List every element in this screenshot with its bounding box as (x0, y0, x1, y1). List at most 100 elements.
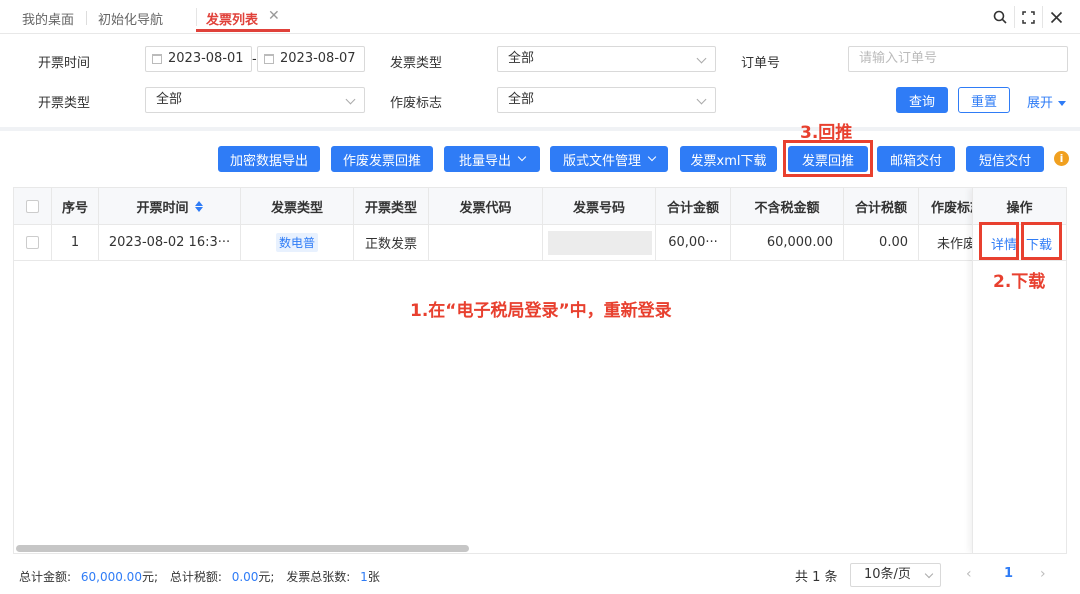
select-all-checkbox[interactable] (26, 199, 39, 213)
order-no-label: 订单号 (741, 56, 781, 71)
issue-date-label: 开票时间 (38, 56, 91, 71)
total-amount-value: 60,000.00 (80, 570, 142, 584)
table-row: 1 2023-08-02 16:3··· 数电普 正数发票 60,00··· 6… (14, 225, 1066, 261)
annotation-box-detail (979, 222, 1019, 260)
total-tax-unit: 元; (258, 570, 275, 584)
invoice-type-select[interactable]: 全部 (497, 46, 716, 72)
total-tax-label: 总计税额: (169, 570, 222, 584)
layout-file-mgmt-label: 版式文件管理 (562, 153, 641, 169)
section-divider (0, 127, 1080, 131)
fullscreen-icon[interactable] (1014, 6, 1042, 28)
total-amount-unit: 元; (141, 570, 158, 584)
email-delivery-button[interactable]: 邮箱交付 (877, 146, 955, 172)
next-page-icon[interactable]: › (1040, 566, 1046, 582)
layout-file-mgmt-button[interactable]: 版式文件管理 (550, 146, 668, 172)
tab-home[interactable]: 我的桌面 (22, 9, 74, 28)
footer-summary: 总计金额: 60,000.00元; 总计税额: 0.00元; 发票总张数: 1张 (19, 568, 380, 585)
count-unit: 张 (367, 570, 380, 584)
query-button[interactable]: 查询 (896, 87, 948, 113)
chevron-down-icon (696, 53, 707, 64)
date-end-value: 2023-08-07 (280, 51, 356, 66)
reset-button[interactable]: 重置 (958, 87, 1010, 113)
expand-label: 展开 (1027, 96, 1054, 111)
total-tax-value: 0.00 (231, 570, 259, 584)
total-amount-label: 总计金额: (19, 570, 72, 584)
sort-icon[interactable] (194, 200, 203, 212)
close-icon[interactable] (1042, 6, 1070, 28)
table-header: 序号 开票时间 发票类型 开票类型 发票代码 发票号码 合计金额 不含税金额 合… (14, 188, 1066, 225)
header-issue-time[interactable]: 开票时间 (99, 188, 241, 224)
annotation-step3: 3.回推 (800, 123, 853, 143)
prev-page-icon[interactable]: ‹ (966, 566, 972, 582)
tab-init-nav[interactable]: 初始化导航 (98, 9, 163, 28)
invoice-type-value: 全部 (508, 51, 535, 66)
batch-export-label: 批量导出 (458, 153, 511, 169)
tab-divider (196, 8, 197, 26)
void-flag-label: 作废标志 (390, 96, 443, 111)
issue-type-value: 全部 (156, 92, 183, 107)
header-issue-type: 开票类型 (354, 188, 429, 224)
count-label: 发票总张数: (286, 570, 351, 584)
void-flag-select[interactable]: 全部 (497, 87, 716, 113)
count-value: 1 (360, 570, 368, 584)
info-icon[interactable]: i (1054, 151, 1069, 166)
chevron-down-icon (345, 94, 356, 105)
page-size-select[interactable]: 10条/页 (850, 563, 941, 587)
tab-invoice-list[interactable]: 发票列表 (206, 9, 258, 28)
header-invoice-no: 发票号码 (543, 188, 656, 224)
current-page[interactable]: 1 (1004, 566, 1013, 581)
invoice-table: 序号 开票时间 发票类型 开票类型 发票代码 发票号码 合计金额 不含税金额 合… (13, 187, 1067, 554)
date-start-value: 2023-08-01 (168, 51, 244, 66)
pagination-total: 共 1 条 (795, 570, 838, 585)
issue-type-label: 开票类型 (38, 96, 91, 111)
header-amount-ex-tax: 不含税金额 (731, 188, 844, 224)
date-start-input[interactable]: 2023-08-01 (145, 46, 252, 72)
row-checkbox[interactable] (26, 236, 39, 249)
cell-issue-type: 正数发票 (354, 225, 429, 260)
cell-invoice-code (429, 225, 543, 260)
annotation-box-download (1021, 222, 1062, 260)
sms-delivery-button[interactable]: 短信交付 (966, 146, 1044, 172)
header-invoice-type: 发票类型 (241, 188, 354, 224)
annotation-step2: 2.下载 (993, 272, 1046, 292)
invoice-type-label: 发票类型 (390, 56, 443, 71)
calendar-icon (264, 54, 274, 64)
expand-toggle[interactable]: 展开 (1027, 92, 1067, 111)
calendar-icon (152, 54, 162, 64)
header-issue-time-label: 开票时间 (136, 200, 189, 216)
cell-amount-ex-tax: 60,000.00 (731, 225, 844, 260)
annotation-box-pushback (783, 140, 873, 177)
chevron-down-icon (924, 569, 934, 579)
header-total-tax: 合计税额 (844, 188, 919, 224)
header-actions: 操作 (973, 188, 1066, 225)
chevron-down-icon (647, 152, 657, 162)
window-controls (986, 6, 1070, 28)
invoice-type-tag: 数电普 (275, 233, 318, 252)
export-encrypted-button[interactable]: 加密数据导出 (218, 146, 320, 172)
header-checkbox-cell (14, 188, 52, 224)
tab-close-icon[interactable]: ✕ (268, 8, 280, 24)
issue-type-select[interactable]: 全部 (145, 87, 365, 113)
order-no-input[interactable]: 请输入订单号 (848, 46, 1068, 72)
void-pushback-button[interactable]: 作废发票回推 (331, 146, 433, 172)
cell-invoice-type: 数电普 (241, 225, 354, 260)
header-invoice-code: 发票代码 (429, 188, 543, 224)
batch-export-button[interactable]: 批量导出 (444, 146, 540, 172)
xml-download-button[interactable]: 发票xml下载 (680, 146, 777, 172)
order-no-placeholder: 请输入订单号 (859, 51, 938, 66)
tab-divider (86, 11, 87, 25)
cell-seq: 1 (52, 225, 99, 260)
cell-invoice-no (543, 225, 656, 260)
horizontal-scrollbar[interactable] (16, 545, 469, 552)
date-end-input[interactable]: 2023-08-07 (257, 46, 365, 72)
search-icon[interactable] (986, 6, 1014, 28)
header-total: 合计金额 (656, 188, 731, 224)
page-size-value: 10条/页 (864, 567, 911, 582)
date-range-dash: - (252, 52, 257, 67)
header-seq: 序号 (52, 188, 99, 224)
chevron-down-icon (517, 152, 527, 162)
cell-total: 60,00··· (656, 225, 731, 260)
caret-down-icon (1058, 101, 1067, 106)
redacted-block (548, 231, 652, 255)
cell-total-tax: 0.00 (844, 225, 919, 260)
